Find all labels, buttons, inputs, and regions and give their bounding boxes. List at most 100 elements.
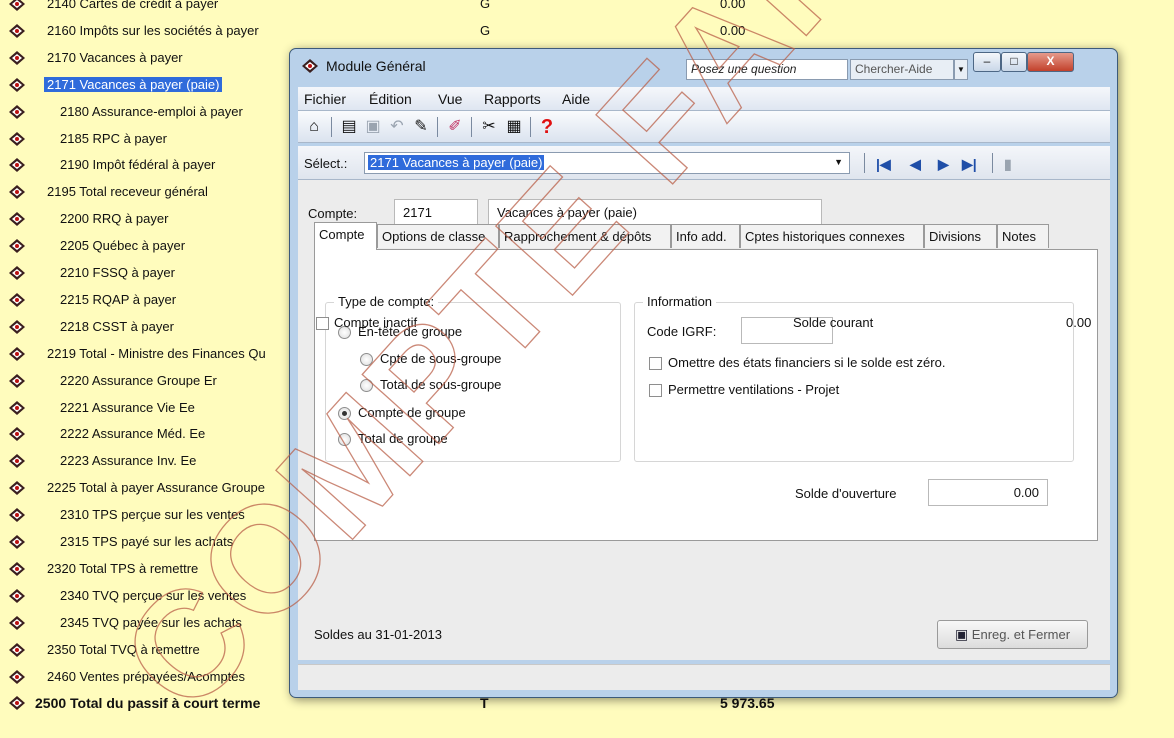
account-row[interactable]: 2140 Cartes de crédit à payer G 0.00 — [0, 0, 1174, 19]
help-dropdown-arrow-icon[interactable]: ▼ — [954, 59, 968, 80]
account-label: 2205 Québec à payer — [60, 238, 186, 254]
account-icon — [9, 292, 25, 307]
tab-notes[interactable]: Notes — [997, 224, 1049, 248]
account-icon — [9, 77, 25, 92]
omit-if-zero-label: Omettre des états financiers si le solde… — [668, 355, 946, 370]
account-label: 2160 Impôts sur les sociétés à payer — [47, 22, 259, 38]
search-help-button[interactable]: Chercher-Aide — [850, 59, 954, 80]
toolbar: ⌂ ▤ ▣ ↶ ✎ ✐ ✂ ▦ ? — [298, 111, 1110, 143]
dialog-content: Compte: 2171 Vacances à payer (paie) Com… — [298, 180, 1110, 660]
inactive-label: Compte inactif — [334, 315, 418, 330]
radio-label: Cpte de sous-groupe — [380, 351, 502, 366]
account-label: 2171 Vacances à payer (paie) — [44, 76, 223, 92]
select-value: 2171 Vacances à payer (paie) — [368, 155, 545, 170]
menu-fichier[interactable]: Fichier — [304, 91, 346, 107]
omit-if-zero-checkbox[interactable] — [649, 357, 662, 370]
account-balance: 0.00 — [720, 22, 746, 38]
last-record-icon[interactable]: ▶| — [962, 156, 977, 173]
account-icon — [9, 508, 25, 523]
home-icon[interactable]: ⌂ — [303, 116, 325, 138]
account-label: 2220 Assurance Groupe Er — [60, 372, 217, 388]
account-icon — [9, 104, 25, 119]
account-icon — [9, 373, 25, 388]
save-icon[interactable]: ▣ — [362, 116, 384, 138]
account-label: 2219 Total - Ministre des Finances Qu — [47, 345, 266, 361]
allow-allocations-checkbox[interactable] — [649, 384, 662, 397]
account-icon — [9, 50, 25, 65]
select-label: Sélect.: — [304, 156, 348, 171]
radio-label: Total de sous-groupe — [380, 377, 502, 392]
menu-aide[interactable]: Aide — [562, 91, 590, 107]
account-type: G — [480, 0, 491, 11]
account-icon — [9, 427, 25, 442]
previous-record-icon[interactable]: ◀ — [910, 156, 921, 173]
first-record-icon[interactable]: |◀ — [876, 156, 891, 173]
menu-rapports[interactable]: Rapports — [484, 91, 541, 107]
account-icon — [9, 212, 25, 227]
account-label: 2225 Total à payer Assurance Groupe — [47, 480, 266, 496]
save-and-close-button[interactable]: ▣ Enreg. et Fermer — [937, 620, 1088, 649]
current-balance-value: 0.00 — [1066, 315, 1092, 330]
account-icon — [9, 535, 25, 549]
maximize-button[interactable]: □ — [1001, 52, 1027, 72]
edit-icon[interactable]: ✐ — [444, 116, 466, 138]
lookup-icon[interactable]: ✎ — [410, 116, 432, 138]
account-label: Compte: — [308, 206, 358, 221]
toolbar-separator — [471, 117, 472, 137]
account-label: 2140 Cartes de crédit à payer — [47, 0, 219, 11]
tab-rapprochement-depots[interactable]: Rapprochement & dépôts — [499, 224, 671, 248]
window-titlebar[interactable]: Module Général Posez une question Cherch… — [290, 49, 1117, 83]
tab-options-de-classe[interactable]: Options de classe — [377, 224, 499, 248]
tab-divisions[interactable]: Divisions — [924, 224, 997, 248]
minimize-button[interactable]: – — [973, 52, 1001, 72]
account-select-dropdown[interactable]: 2171 Vacances à payer (paie) ▼ — [364, 152, 850, 174]
close-button[interactable]: X — [1027, 52, 1074, 72]
ask-question-input[interactable]: Posez une question — [686, 59, 848, 80]
account-icon — [9, 185, 25, 200]
account-label: 2350 Total TVQ à remettre — [47, 641, 200, 657]
inactive-checkbox[interactable] — [316, 317, 329, 330]
undo-icon[interactable]: ↶ — [386, 116, 408, 138]
menu-edition[interactable]: Édition — [369, 91, 412, 107]
account-icon — [9, 669, 25, 684]
next-record-icon[interactable]: ▶ — [938, 156, 949, 173]
account-label: 2223 Assurance Inv. Ee — [60, 453, 197, 469]
open-icon[interactable]: ▤ — [338, 116, 360, 138]
radio-compte-de-groupe[interactable] — [338, 407, 351, 420]
account-type-title: Type de compte: — [334, 294, 439, 309]
radio-total-de-groupe[interactable] — [338, 433, 351, 446]
account-name-field[interactable]: Vacances à payer (paie) — [488, 199, 822, 226]
help-icon[interactable]: ? — [536, 116, 558, 138]
account-icon — [9, 239, 25, 254]
account-icon — [9, 158, 25, 173]
account-icon — [9, 454, 25, 469]
account-row[interactable]: 2160 Impôts sur les sociétés à payer G 0.0… — [0, 20, 1174, 46]
compte-tab-panel: Type de compte: En-tête de groupe Cpte d… — [314, 249, 1098, 541]
account-icon — [9, 561, 25, 576]
tools-icon[interactable]: ✂ — [478, 116, 500, 138]
menu-vue[interactable]: Vue — [438, 91, 462, 107]
account-icon — [9, 481, 25, 496]
account-label: 2320 Total TPS à remettre — [47, 560, 199, 576]
account-type: G — [480, 22, 491, 38]
tab-info-add[interactable]: Info add. — [671, 224, 740, 248]
account-icon — [9, 346, 25, 361]
account-icon — [9, 588, 25, 603]
tab-cptes-historiques[interactable]: Cptes historiques connexes — [740, 224, 924, 248]
history-icon[interactable]: ▮ — [1004, 156, 1012, 173]
floppy-disk-icon: ▣ — [954, 626, 969, 642]
opening-balance-field[interactable]: 0.00 — [928, 479, 1048, 506]
account-icon — [9, 266, 25, 280]
account-label: 2340 TVQ perçue sur les ventes — [60, 587, 247, 603]
account-number-field[interactable]: 2171 — [394, 199, 478, 226]
radio-total-de-sous-groupe[interactable] — [360, 379, 373, 392]
toolbar-separator — [437, 117, 438, 137]
calculator-icon[interactable]: ▦ — [503, 116, 525, 138]
tab-compte[interactable]: Compte — [314, 222, 377, 250]
window-title: Module Général — [326, 58, 426, 74]
chevron-down-icon[interactable]: ▼ — [834, 157, 843, 167]
allow-allocations-label: Permettre ventilations - Projet — [668, 382, 840, 397]
information-title: Information — [643, 294, 717, 309]
radio-cpte-de-sous-groupe[interactable] — [360, 353, 373, 366]
account-label: 2310 TPS perçue sur les ventes — [60, 507, 245, 523]
